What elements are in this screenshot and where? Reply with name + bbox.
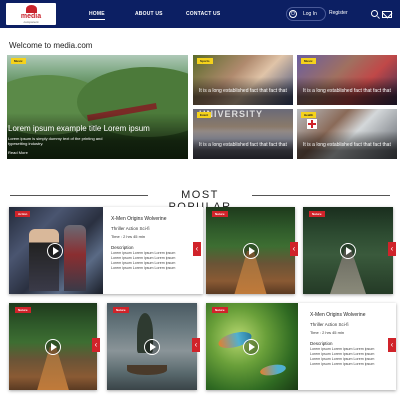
- play-icon[interactable]: [144, 339, 160, 355]
- news-badge: Sports: [197, 58, 213, 64]
- mail-icon[interactable]: [382, 11, 392, 18]
- video-thumbnail[interactable]: Action: [9, 207, 103, 294]
- news-card-event[interactable]: UNIVERSITY Event It is a long establishe…: [193, 109, 293, 159]
- news-card-text: It is a long established fact that fact …: [303, 142, 391, 148]
- welcome-heading: Welcome to media.com: [9, 41, 93, 50]
- featured-video-card[interactable]: Action X-Men Origins Wolverine Thriller …: [9, 207, 203, 294]
- video-card[interactable]: Nature: [107, 303, 197, 390]
- play-icon[interactable]: [340, 243, 356, 259]
- play-icon[interactable]: [243, 339, 259, 355]
- video-card[interactable]: Nature: [9, 303, 97, 390]
- hero-description: Lorem ipsum is simply dummy text of the …: [8, 136, 103, 146]
- video-description: Lorem ipsum Lorem ipsum Lorem ipsum Lore…: [310, 347, 375, 366]
- video-badge: Nature: [113, 307, 129, 313]
- register-button[interactable]: Register: [329, 10, 348, 16]
- hero-title[interactable]: Lorem ipsum example title Lorem ipsum: [8, 124, 178, 133]
- news-card-music[interactable]: Music It is a long established fact that…: [297, 55, 397, 105]
- news-badge: Health: [301, 112, 317, 118]
- news-card-text: It is a long established fact that fact …: [199, 142, 287, 148]
- play-icon[interactable]: [47, 243, 63, 259]
- page: media component HOME ABOUT US CONTACT US…: [0, 0, 400, 400]
- expand-arrow-button[interactable]: ‹: [192, 338, 200, 352]
- news-card-health[interactable]: Health It is a long established fact tha…: [297, 109, 397, 159]
- logo-word: media: [20, 13, 42, 20]
- video-badge: Nature: [212, 211, 228, 217]
- video-time: Time : 2 hrs 45 min: [111, 234, 146, 239]
- login-label: Log In: [303, 11, 317, 17]
- news-card-sports[interactable]: Sports It is a long established fact tha…: [193, 55, 293, 105]
- red-cross-icon: [307, 119, 317, 129]
- play-icon[interactable]: [45, 339, 61, 355]
- top-navbar: media component HOME ABOUT US CONTACT US…: [0, 0, 400, 28]
- video-time: Time : 2 hrs 45 min: [310, 330, 345, 335]
- video-badge: Nature: [15, 307, 31, 313]
- expand-arrow-button[interactable]: ‹: [193, 242, 201, 256]
- logo[interactable]: media component: [6, 3, 56, 25]
- power-icon: ⏻: [289, 10, 297, 18]
- news-card-text: It is a long established fact that fact …: [199, 88, 287, 94]
- bird-image: [259, 362, 287, 378]
- video-thumbnail[interactable]: Nature: [206, 303, 298, 390]
- news-badge: Event: [197, 112, 212, 118]
- divider-left: [10, 195, 148, 196]
- logo-tagline: component: [23, 20, 39, 24]
- video-badge: Action: [15, 211, 31, 217]
- video-title: X-Men Origins Wolverine: [310, 312, 366, 318]
- video-card[interactable]: Nature: [206, 207, 295, 294]
- search-icon[interactable]: [371, 10, 378, 17]
- video-genre: Thriller Action Sci-fi: [310, 322, 349, 327]
- video-title: X-Men Origins Wolverine: [111, 216, 167, 222]
- logo-mark-icon: [26, 5, 37, 13]
- expand-arrow-button[interactable]: ‹: [388, 242, 396, 256]
- news-card-text: It is a long established fact that fact …: [303, 88, 391, 94]
- featured-video-card[interactable]: Nature X-Men Origins Wolverine Thriller …: [206, 303, 396, 390]
- video-card[interactable]: Nature: [303, 207, 393, 294]
- expand-arrow-button[interactable]: ‹: [92, 338, 100, 352]
- nav-contact-us[interactable]: CONTACT US: [186, 11, 220, 17]
- video-badge: Nature: [309, 211, 325, 217]
- video-description: Lorem ipsum Lorem ipsum Lorem ipsum Lore…: [111, 251, 176, 270]
- video-badge: Nature: [212, 307, 228, 313]
- video-genre: Thriller Action Sci-fi: [111, 226, 150, 231]
- expand-arrow-button[interactable]: ‹: [388, 338, 396, 352]
- play-icon[interactable]: [243, 243, 259, 259]
- video-info: X-Men Origins Wolverine Thriller Action …: [111, 216, 183, 271]
- hero-badge: Music: [11, 58, 26, 64]
- video-info: X-Men Origins Wolverine Thriller Action …: [310, 312, 382, 367]
- expand-arrow-button[interactable]: ‹: [290, 242, 298, 256]
- divider-right: [252, 195, 390, 196]
- news-badge: Music: [301, 58, 316, 64]
- nav-about-us[interactable]: ABOUT US: [135, 11, 163, 17]
- hero-read-more-link[interactable]: Read More: [8, 150, 28, 155]
- nav-home[interactable]: HOME: [89, 11, 105, 20]
- login-button[interactable]: ⏻ Log In: [286, 7, 326, 21]
